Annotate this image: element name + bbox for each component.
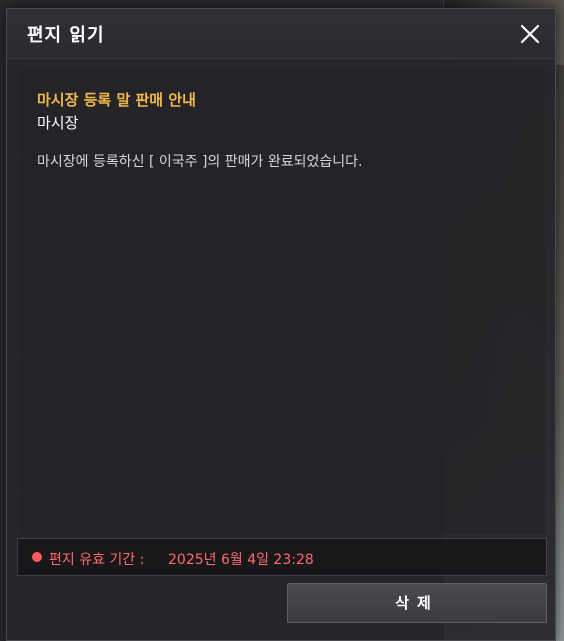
warning-dot-icon <box>32 552 42 562</box>
dialog-title: 편지 읽기 <box>27 25 105 46</box>
read-letter-dialog: 편지 읽기 마시장 등록 말 판매 안내 마시장 마시장에 등록하신 [ 이국주… <box>6 8 556 641</box>
letter-subject: 마시장 등록 말 판매 안내 <box>37 91 196 109</box>
expiry-value: 2025년 6월 4일 23:28 <box>168 552 314 568</box>
letter-expiry-bar: 편지 유효 기간 : 2025년 6월 4일 23:28 <box>17 538 547 576</box>
close-icon <box>520 24 540 44</box>
close-button[interactable] <box>517 21 543 47</box>
dialog-titlebar: 편지 읽기 <box>7 9 555 59</box>
letter-body: 마시장에 등록하신 [ 이국주 ]의 판매가 완료되었습니다. <box>37 154 363 170</box>
delete-button[interactable]: 삭제 <box>287 583 547 623</box>
letter-content: 마시장 등록 말 판매 안내 마시장 마시장에 등록하신 [ 이국주 ]의 판매… <box>19 69 545 534</box>
expiry-label: 편지 유효 기간 : <box>49 552 145 568</box>
letter-sender: 마시장 <box>37 114 79 132</box>
